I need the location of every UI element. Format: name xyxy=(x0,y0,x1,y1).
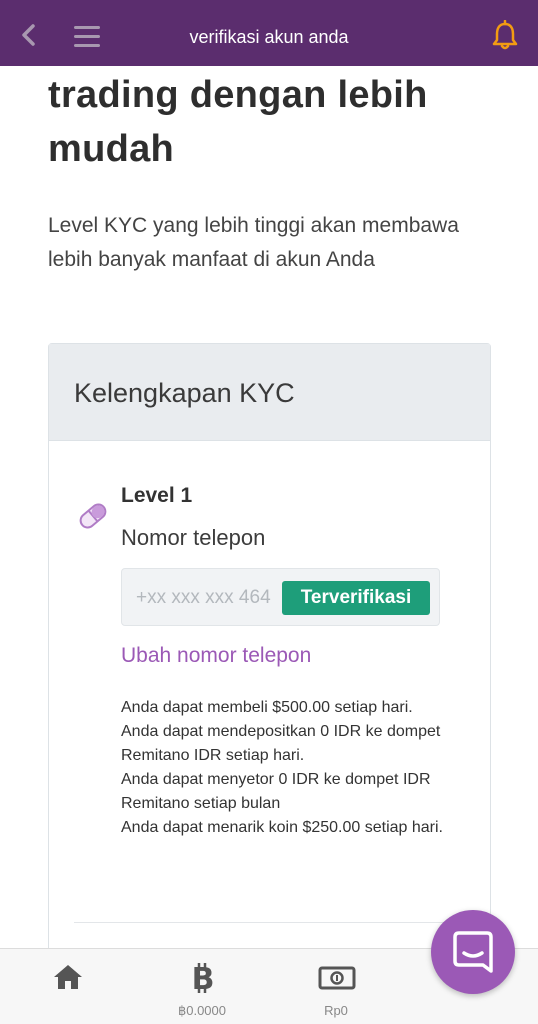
phone-value: +xx xxx xxx 464 xyxy=(136,587,271,608)
chat-button[interactable] xyxy=(431,910,515,994)
home-icon[interactable] xyxy=(52,963,84,991)
pill-icon xyxy=(73,496,113,536)
benefit-item: Anda dapat mendepositkan 0 IDR ke dompet… xyxy=(121,723,441,764)
divider xyxy=(74,922,466,923)
benefit-item: Anda dapat membeli $500.00 setiap hari. xyxy=(121,699,413,716)
kyc-card: Kelengkapan KYC Level 1 Nomor telepon +x… xyxy=(48,343,491,983)
intro-text: Level KYC yang lebih tinggi akan membawa… xyxy=(48,214,459,271)
page: verifikasi akun anda trading dengan lebi… xyxy=(0,0,538,1024)
banknote-icon[interactable] xyxy=(318,965,356,991)
bitcoin-icon[interactable]: B xyxy=(188,961,218,997)
level-title: Level 1 xyxy=(121,484,193,507)
top-bar: verifikasi akun anda xyxy=(0,0,538,66)
idr-balance: Rp0 xyxy=(324,1003,348,1018)
phone-field: +xx xxx xxx 464 Terverifikasi xyxy=(121,568,440,626)
page-title: verifikasi akun anda xyxy=(189,27,349,47)
benefit-item: Anda dapat menarik koin $250.00 setiap h… xyxy=(121,819,443,836)
benefit-item: Anda dapat menyetor 0 IDR ke dompet IDR … xyxy=(121,771,431,812)
btc-balance: ฿0.0000 xyxy=(177,1003,227,1018)
chat-icon xyxy=(453,931,493,973)
kyc-card-title: Kelengkapan KYC xyxy=(49,344,490,441)
main-heading: trading dengan lebih mudah xyxy=(48,74,428,170)
phone-label: Nomor telepon xyxy=(121,525,266,550)
verified-badge: Terverifikasi xyxy=(282,581,430,615)
bell-icon[interactable] xyxy=(490,19,520,52)
change-phone-link[interactable]: Ubah nomor telepon xyxy=(121,644,311,668)
benefits-list: Anda dapat membeli $500.00 setiap hari. … xyxy=(121,696,471,840)
svg-text:B: B xyxy=(192,962,215,995)
